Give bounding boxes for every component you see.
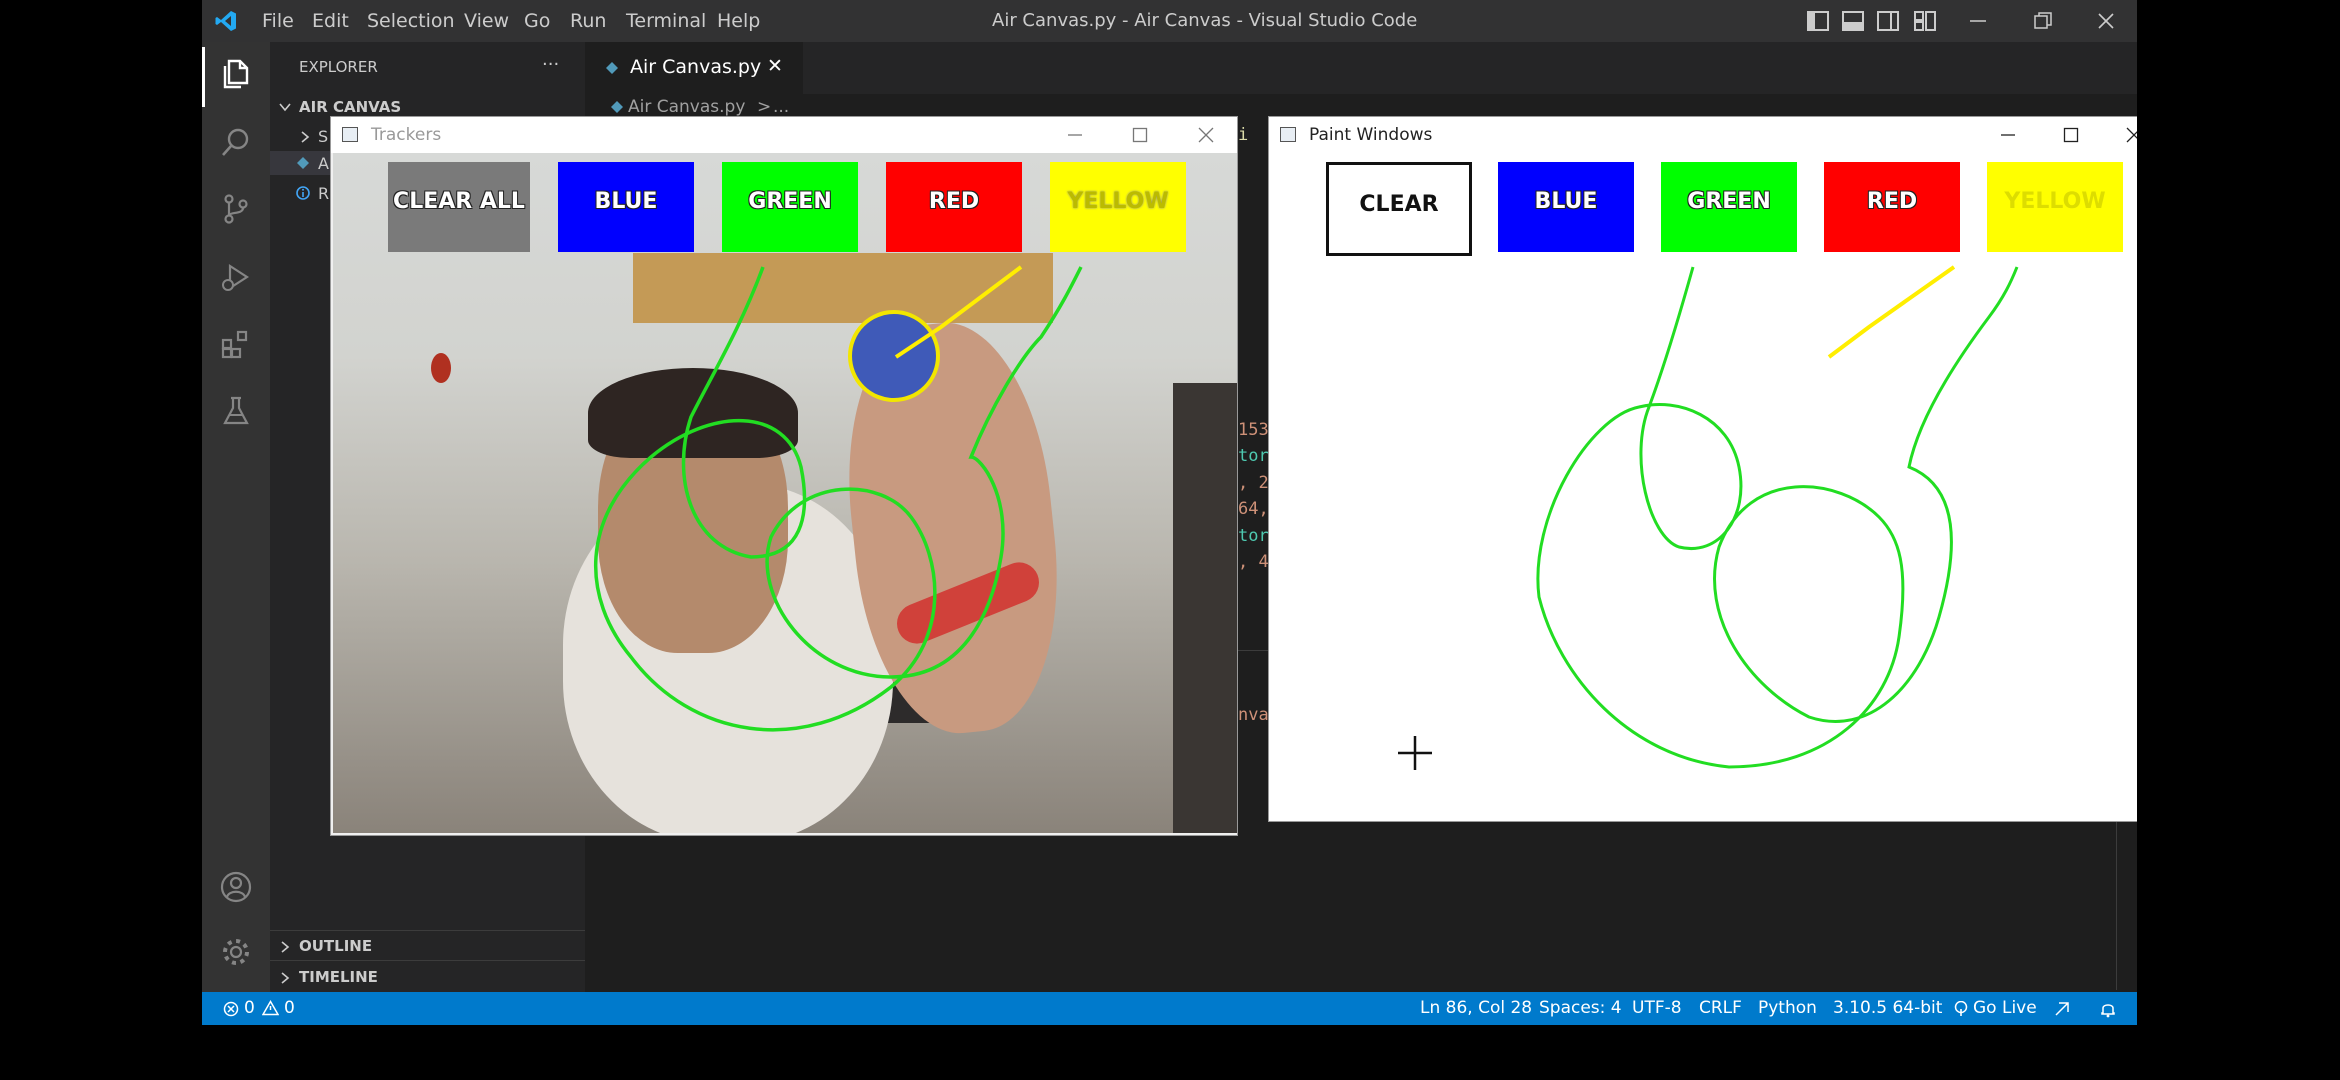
python-interpreter[interactable]: 3.10.5 64-bit	[1833, 992, 1942, 1025]
paint-window[interactable]: Paint Windows CLEAR BLUE GREEN RED YELLO…	[1268, 116, 2137, 822]
editor-tabs: Air Canvas.py ✕	[585, 42, 2137, 94]
chevron-right-icon[interactable]	[298, 130, 312, 144]
paint-canvas[interactable]	[1269, 117, 2137, 821]
language-mode[interactable]: Python	[1758, 992, 1817, 1025]
title-bar: File Edit Selection View Go Run Terminal…	[202, 0, 2137, 42]
trackers-window[interactable]: Trackers CLEAR ALL BLUE GREEN RED YELLOW	[330, 116, 1238, 836]
indentation[interactable]: Spaces: 4	[1539, 992, 1622, 1025]
tree-item-python-file[interactable]: A	[318, 154, 329, 173]
end-of-line[interactable]: CRLF	[1699, 992, 1742, 1025]
breadcrumb-separator: >	[757, 97, 772, 117]
yellow-stroke-line	[1827, 265, 1956, 359]
tab-close-button[interactable]: ✕	[767, 55, 783, 77]
error-count[interactable]: 0	[244, 992, 255, 1025]
toggle-primary-sidebar-icon[interactable]	[1807, 11, 1829, 31]
python-file-icon	[611, 101, 623, 113]
menu-file[interactable]: File	[262, 0, 294, 42]
encoding[interactable]: UTF-8	[1632, 992, 1682, 1025]
toggle-panel-icon[interactable]	[1842, 11, 1864, 31]
extensions-icon[interactable]	[219, 327, 253, 361]
go-live-button[interactable]: Go Live	[1973, 992, 2037, 1025]
code-fragment: 153	[1238, 420, 1269, 440]
code-fragment: nva	[1238, 705, 1269, 725]
menu-terminal[interactable]: Terminal	[626, 0, 706, 42]
menu-run[interactable]: Run	[570, 0, 606, 42]
green-stroke-line	[1536, 266, 2019, 769]
python-file-icon	[606, 62, 618, 74]
code-fragment: 64,	[1238, 499, 1269, 519]
tab-air-canvas[interactable]: Air Canvas.py ✕	[585, 42, 803, 94]
menu-help[interactable]: Help	[717, 0, 760, 42]
tree-item-readme[interactable]: R	[318, 184, 329, 203]
warning-icon[interactable]	[262, 1000, 279, 1016]
window-title: Air Canvas.py - Air Canvas - Visual Stud…	[992, 10, 1418, 31]
code-fragment: tor	[1238, 446, 1269, 466]
feedback-icon[interactable]	[2053, 1000, 2071, 1018]
crosshair-cursor-icon	[1398, 736, 1432, 770]
active-indicator	[202, 47, 205, 107]
run-debug-icon[interactable]	[219, 260, 253, 294]
folder-air-canvas[interactable]: AIR CANVAS	[299, 98, 401, 116]
more-actions-button[interactable]: ···	[542, 54, 559, 75]
breadcrumb-symbol[interactable]: ...	[773, 97, 789, 117]
chevron-down-icon[interactable]	[278, 100, 292, 114]
vscode-window: File Edit Selection View Go Run Terminal…	[202, 0, 2137, 1025]
manage-gear-icon[interactable]	[219, 935, 253, 969]
timeline-section[interactable]: TIMELINE	[299, 968, 378, 986]
broadcast-icon[interactable]	[1953, 1001, 1969, 1017]
yellow-stroke-line	[894, 265, 1023, 359]
green-stroke-line	[594, 266, 1083, 732]
code-fragment: , 2	[1238, 473, 1269, 493]
breadcrumb-file[interactable]: Air Canvas.py	[628, 97, 745, 117]
search-icon[interactable]	[219, 125, 253, 159]
chevron-right-icon[interactable]	[278, 971, 292, 985]
code-fragment: i	[1238, 125, 1249, 145]
source-control-icon[interactable]	[219, 192, 253, 226]
outline-section[interactable]: OUTLINE	[299, 937, 372, 955]
toggle-secondary-sidebar-icon[interactable]	[1877, 11, 1899, 31]
tab-label: Air Canvas.py	[630, 56, 762, 78]
accounts-icon[interactable]	[219, 870, 253, 904]
chevron-right-icon[interactable]	[278, 940, 292, 954]
tree-item-folder[interactable]: S	[318, 127, 328, 146]
explorer-header: EXPLORER	[299, 58, 378, 76]
status-bar: 0 0 Ln 86, Col 28 Spaces: 4 UTF-8 CRLF P…	[202, 992, 2137, 1025]
code-fragment: , 4	[1238, 552, 1269, 572]
restore-icon[interactable]	[2032, 10, 2054, 32]
python-file-icon	[297, 157, 309, 169]
warning-count[interactable]: 0	[284, 992, 295, 1025]
activity-bar	[202, 42, 270, 992]
menu-edit[interactable]: Edit	[312, 0, 349, 42]
cursor-position[interactable]: Ln 86, Col 28	[1420, 992, 1532, 1025]
tracker-strokes	[594, 265, 1083, 732]
menu-go[interactable]: Go	[524, 0, 550, 42]
info-icon	[296, 186, 310, 200]
testing-flask-icon[interactable]	[219, 394, 253, 428]
minimize-icon[interactable]	[1967, 10, 1989, 32]
error-icon[interactable]	[223, 1001, 239, 1017]
tracked-pointer-blue	[848, 310, 940, 402]
menu-view[interactable]: View	[464, 0, 509, 42]
vscode-logo-icon	[215, 11, 236, 31]
explorer-icon[interactable]	[219, 57, 253, 91]
close-window-icon[interactable]	[2095, 10, 2117, 32]
code-fragment: tor	[1238, 526, 1269, 546]
divider	[270, 930, 585, 931]
divider	[270, 960, 585, 961]
menu-selection[interactable]: Selection	[367, 0, 455, 42]
notifications-bell-icon[interactable]	[2099, 1000, 2117, 1018]
customize-layout-icon[interactable]	[1914, 11, 1936, 31]
